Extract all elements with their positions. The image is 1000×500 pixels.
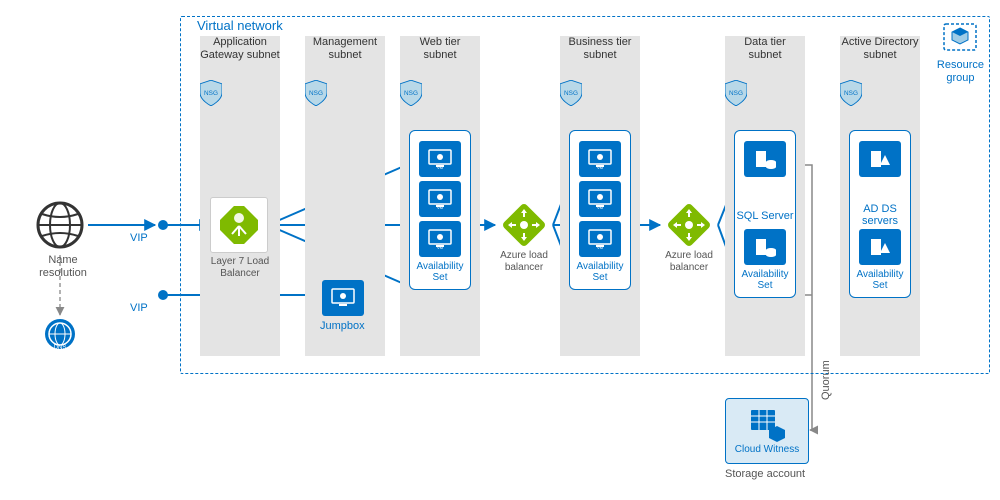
nsg-shield-icon: NSG [400,80,422,106]
vip-label-1: VIP [130,232,148,244]
quorum-label: Quorum [820,360,832,400]
storage-account-label: Storage account [725,468,805,480]
subnet-label-ad: Active Directorysubnet [832,36,928,62]
svg-text:VM: VM [597,245,603,250]
vip-endpoint-2 [158,290,168,300]
subnet-label-web: Web tiersubnet [400,36,480,62]
web-tier-availability-set: VM VM VM AvailabilitySet [409,130,471,290]
subnet-label-mgmt: Managementsubnet [305,36,385,62]
vm-icon: VM [579,181,621,217]
azure-lb-2-label: Azure loadbalancer [660,250,718,274]
vip-endpoint-1 [158,220,168,230]
subnet-label-data: Data tiersubnet [725,36,805,62]
virtual-network-label: Virtual network [197,18,283,33]
cloud-witness-icon [747,408,787,442]
resource-group-label: Resourcegroup [937,59,984,85]
svg-text:NSG: NSG [844,90,858,97]
vm-icon: VM [419,221,461,257]
cloud-witness-box: Cloud Witness [725,398,809,464]
nsg-shield-icon: NSG [200,80,222,106]
svg-text:NSG: NSG [729,90,743,97]
svg-text:VM: VM [597,165,603,170]
jumpbox-vm-icon [322,280,364,316]
layer7-lb-label: Layer 7 LoadBalancer [206,256,274,280]
svg-text:NSG: NSG [564,90,578,97]
availability-set-label: AvailabilitySet [410,261,470,283]
vm-icon: VM [579,141,621,177]
azure-load-balancer-1-icon [495,197,553,253]
svg-text:NSG: NSG [309,90,323,97]
dns-icon: DNS [44,318,76,353]
vip-label-2: VIP [130,302,148,314]
availability-set-label: AvailabilitySet [850,269,910,291]
cloud-witness-label: Cloud Witness [735,444,799,455]
ad-server-icon [859,141,901,177]
subnet-label-biz: Business tiersubnet [560,36,640,62]
svg-text:DNS: DNS [54,345,67,350]
subnet-label-app-gw: ApplicationGateway subnet [195,36,285,62]
resource-group-icon: Resourcegroup [937,18,984,85]
svg-text:VM: VM [437,205,443,210]
nsg-shield-icon: NSG [840,80,862,106]
nsg-shield-icon: NSG [560,80,582,106]
sql-server-label: SQL Server [736,210,794,222]
subnet-app-gateway: NSG [200,36,280,356]
vm-icon: VM [579,221,621,257]
business-tier-availability-set: VM VM VM AvailabilitySet [569,130,631,290]
azure-load-balancer-2-icon [660,197,718,253]
availability-set-label: AvailabilitySet [570,261,630,283]
svg-text:VM: VM [437,165,443,170]
svg-text:VM: VM [597,205,603,210]
sql-server-icon [744,229,786,265]
internet-globe-icon [35,200,85,253]
name-resolution-label: Nameresolution [33,254,93,280]
ad-ds-label: AD DSservers [851,203,909,227]
vm-icon: VM [419,181,461,217]
sql-server-icon [744,141,786,177]
architecture-diagram: Virtual network NSG ApplicationGateway s… [0,0,1000,500]
jumpbox-label: Jumpbox [320,320,365,332]
availability-set-label: AvailabilitySet [735,269,795,291]
azure-lb-1-label: Azure loadbalancer [495,250,553,274]
svg-text:NSG: NSG [204,90,218,97]
svg-text:VM: VM [437,245,443,250]
nsg-shield-icon: NSG [305,80,327,106]
layer7-load-balancer-icon [210,197,268,253]
svg-text:NSG: NSG [404,90,418,97]
ad-server-icon [859,229,901,265]
vm-icon: VM [419,141,461,177]
nsg-shield-icon: NSG [725,80,747,106]
